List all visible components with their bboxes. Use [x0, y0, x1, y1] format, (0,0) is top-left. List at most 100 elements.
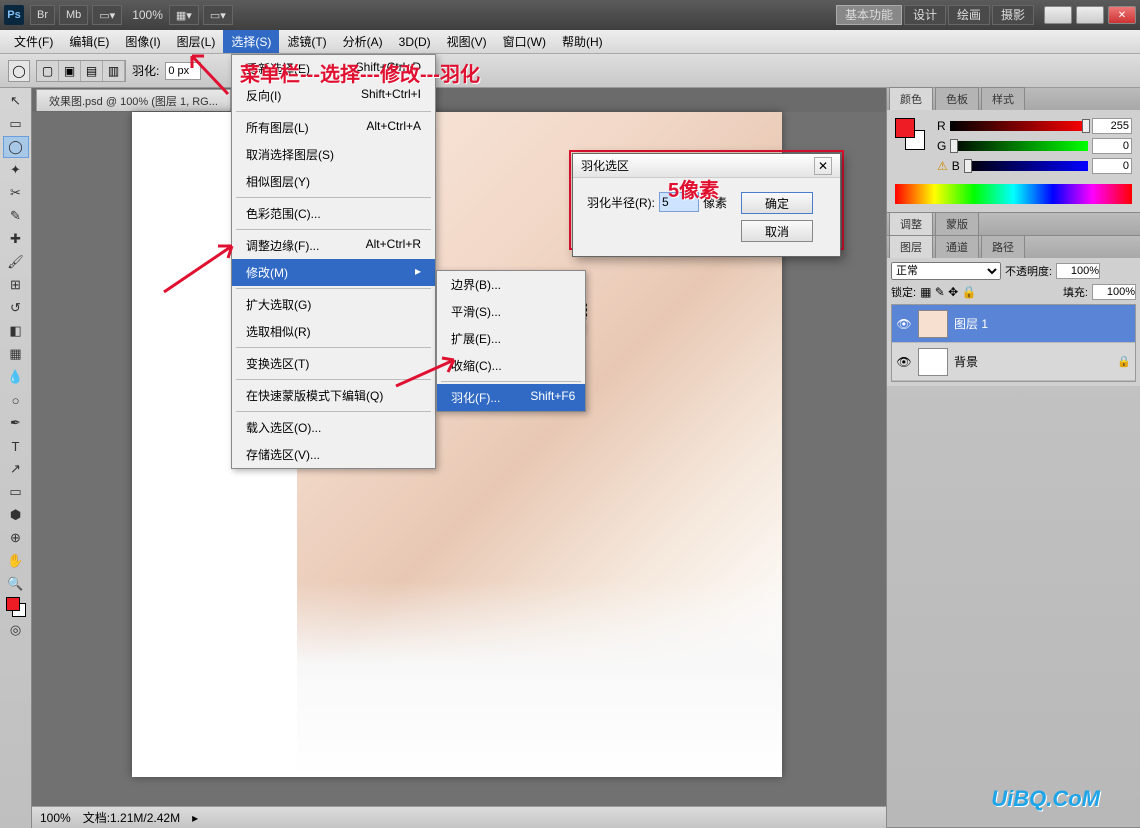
lasso-tool[interactable]: ◯ [3, 136, 29, 158]
status-zoom[interactable]: 100% [40, 811, 71, 825]
zoom-level[interactable]: 100% [132, 8, 163, 22]
status-arrow-icon[interactable]: ▸ [192, 811, 198, 825]
sel-new[interactable]: ▢ [37, 61, 59, 81]
marquee-tool[interactable]: ▭ [3, 113, 29, 135]
minibridge-button[interactable]: Mb [59, 5, 88, 25]
extras-button[interactable]: ▭▾ [203, 5, 233, 25]
history-brush-tool[interactable]: ↺ [3, 297, 29, 319]
g-slider[interactable] [950, 141, 1088, 151]
dodge-tool[interactable]: ○ [3, 389, 29, 411]
maximize-button[interactable]: ☐ [1076, 6, 1104, 24]
tab-color[interactable]: 颜色 [889, 87, 933, 110]
blur-tool[interactable]: 💧 [3, 366, 29, 388]
gradient-tool[interactable]: ▦ [3, 343, 29, 365]
crop-tool[interactable]: ✂ [3, 182, 29, 204]
workspace-painting[interactable]: 绘画 [948, 5, 990, 25]
lock-icon: 🔒 [1117, 355, 1131, 368]
color-swatch[interactable] [3, 596, 29, 618]
g-input[interactable] [1092, 138, 1132, 154]
blend-mode-select[interactable]: 正常 [891, 262, 1001, 280]
menu-view[interactable]: 视图(V) [439, 30, 495, 53]
menu-file[interactable]: 文件(F) [6, 30, 61, 53]
menu-all-layers[interactable]: 所有图层(L)Alt+Ctrl+A [232, 114, 435, 141]
zoom-tool[interactable]: 🔍 [3, 573, 29, 595]
brush-tool[interactable]: 🖌 [3, 251, 29, 273]
menu-modify[interactable]: 修改(M) [232, 259, 435, 286]
cancel-button[interactable]: 取消 [741, 220, 813, 242]
menu-deselect-layers[interactable]: 取消选择图层(S) [232, 141, 435, 168]
tab-channels[interactable]: 通道 [935, 235, 979, 258]
b-slider[interactable] [964, 161, 1088, 171]
eyedropper-tool[interactable]: ✎ [3, 205, 29, 227]
menu-similar-layers[interactable]: 相似图层(Y) [232, 168, 435, 195]
layer-row[interactable]: 👁 背景 🔒 [892, 343, 1135, 381]
lock-label: 锁定: [891, 284, 916, 300]
pen-tool[interactable]: ✒ [3, 412, 29, 434]
r-input[interactable] [1092, 118, 1132, 134]
wand-tool[interactable]: ✦ [3, 159, 29, 181]
color-swatch-panel[interactable] [895, 118, 925, 150]
opacity-input[interactable] [1056, 263, 1100, 279]
tab-paths[interactable]: 路径 [981, 235, 1025, 258]
tab-masks[interactable]: 蒙版 [935, 212, 979, 235]
camera-tool[interactable]: ⊕ [3, 527, 29, 549]
menu-save-sel[interactable]: 存储选区(V)... [232, 441, 435, 468]
sel-int[interactable]: ▥ [103, 61, 125, 81]
dialog-close-button[interactable]: ✕ [814, 157, 832, 175]
layer-name[interactable]: 背景 [954, 353, 978, 370]
path-tool[interactable]: ↗ [3, 458, 29, 480]
feather-radius-label: 羽化半径(R): [587, 194, 655, 211]
layer-row[interactable]: 👁 图层 1 [892, 305, 1135, 343]
3d-tool[interactable]: ⬢ [3, 504, 29, 526]
bridge-button[interactable]: Br [30, 5, 55, 25]
minimize-button[interactable]: — [1044, 6, 1072, 24]
hand-tool[interactable]: ✋ [3, 550, 29, 572]
app-icon: Ps [4, 5, 24, 25]
menu-help[interactable]: 帮助(H) [554, 30, 611, 53]
menu-edit[interactable]: 编辑(E) [61, 30, 117, 53]
heal-tool[interactable]: ✚ [3, 228, 29, 250]
workspace-design[interactable]: 设计 [904, 5, 946, 25]
arrange-button[interactable]: ▦▾ [169, 5, 199, 25]
b-input[interactable] [1092, 158, 1132, 174]
tab-swatches[interactable]: 色板 [935, 87, 979, 110]
menu-color-range[interactable]: 色彩范围(C)... [232, 200, 435, 227]
stamp-tool[interactable]: ⊞ [3, 274, 29, 296]
sel-sub[interactable]: ▤ [81, 61, 103, 81]
menu-load-sel[interactable]: 载入选区(O)... [232, 414, 435, 441]
workspace-essentials[interactable]: 基本功能 [836, 5, 902, 25]
close-button[interactable]: ✕ [1108, 6, 1136, 24]
menu-3d[interactable]: 3D(D) [391, 32, 439, 52]
spectrum-bar[interactable] [895, 184, 1132, 204]
menu-smooth[interactable]: 平滑(S)... [437, 298, 585, 325]
quickmask-toggle[interactable]: ◎ [3, 619, 29, 641]
fill-input[interactable] [1092, 284, 1136, 300]
tab-styles[interactable]: 样式 [981, 87, 1025, 110]
lock-icons[interactable]: ▦ ✎ ✥ 🔒 [920, 285, 976, 299]
menu-analysis[interactable]: 分析(A) [335, 30, 391, 53]
visibility-icon[interactable]: 👁 [896, 316, 912, 332]
menu-filter[interactable]: 滤镜(T) [279, 30, 334, 53]
menu-refine-edge[interactable]: 调整边缘(F)...Alt+Ctrl+R [232, 232, 435, 259]
menu-grow[interactable]: 扩大选取(G) [232, 291, 435, 318]
menu-border[interactable]: 边界(B)... [437, 271, 585, 298]
shape-tool[interactable]: ▭ [3, 481, 29, 503]
eraser-tool[interactable]: ◧ [3, 320, 29, 342]
menu-image[interactable]: 图像(I) [117, 30, 168, 53]
screenmode-button[interactable]: ▭▾ [92, 5, 122, 25]
move-tool[interactable]: ↖ [3, 90, 29, 112]
visibility-icon[interactable]: 👁 [896, 354, 912, 370]
feather-label: 羽化: [132, 62, 159, 79]
annotation-text: 菜单栏---选择---修改---羽化 [240, 58, 480, 87]
tab-layers[interactable]: 图层 [889, 235, 933, 258]
sel-add[interactable]: ▣ [59, 61, 81, 81]
tab-adjustments[interactable]: 调整 [889, 212, 933, 235]
r-slider[interactable] [950, 121, 1088, 131]
type-tool[interactable]: T [3, 435, 29, 457]
menu-window[interactable]: 窗口(W) [495, 30, 554, 53]
layer-name[interactable]: 图层 1 [954, 315, 988, 332]
selection-mode-group: ▢ ▣ ▤ ▥ [36, 60, 126, 82]
tool-preset-icon[interactable]: ◯ [8, 60, 30, 82]
workspace-photo[interactable]: 摄影 [992, 5, 1034, 25]
ok-button[interactable]: 确定 [741, 192, 813, 214]
